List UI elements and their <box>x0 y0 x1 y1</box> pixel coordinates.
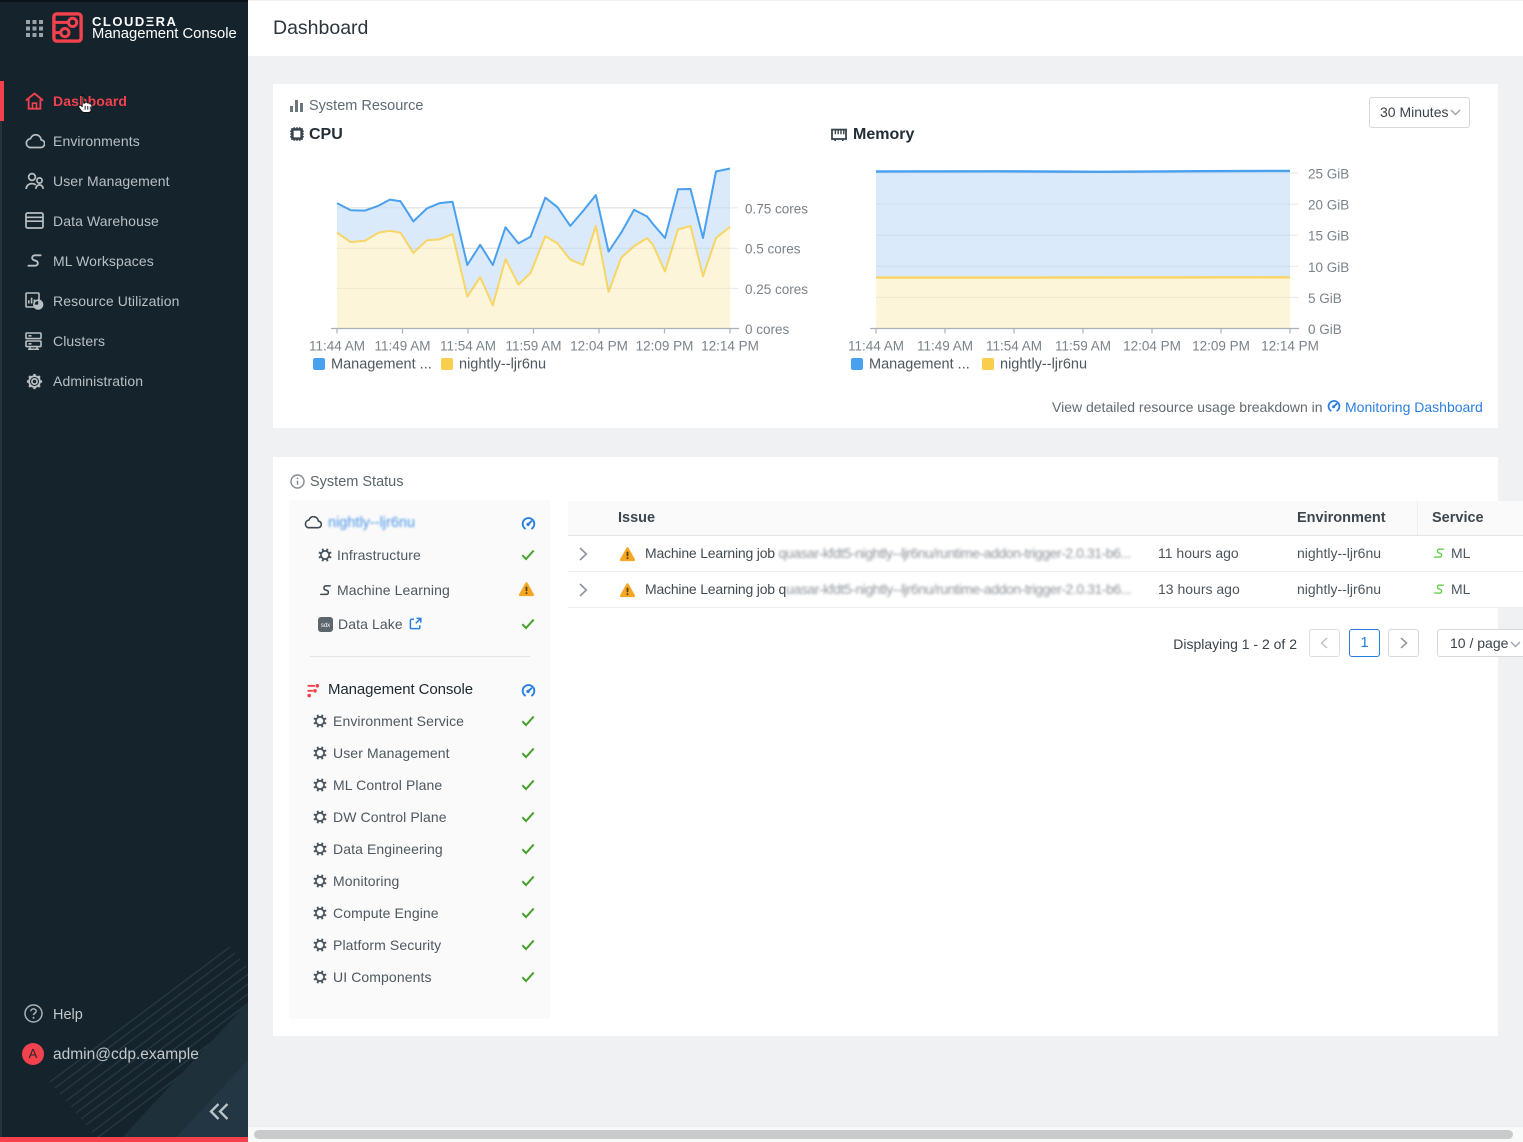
svg-text:nightly--ljr6nu: nightly--ljr6nu <box>1000 357 1087 373</box>
svg-text:11:59 AM: 11:59 AM <box>505 339 561 354</box>
svg-text:0.5 cores: 0.5 cores <box>745 242 801 257</box>
svg-text:Management ...: Management ... <box>331 357 432 373</box>
svg-text:20 GiB: 20 GiB <box>1308 198 1349 213</box>
svg-text:25 GiB: 25 GiB <box>1308 167 1349 182</box>
svg-text:12:09 PM: 12:09 PM <box>1192 339 1250 354</box>
svg-text:12:04 PM: 12:04 PM <box>1123 339 1181 354</box>
svg-text:Management ...: Management ... <box>869 357 970 373</box>
svg-text:15 GiB: 15 GiB <box>1308 229 1349 244</box>
svg-text:11:54 AM: 11:54 AM <box>440 339 496 354</box>
svg-text:12:04 PM: 12:04 PM <box>570 339 628 354</box>
svg-text:0 cores: 0 cores <box>745 322 790 337</box>
svg-text:11:59 AM: 11:59 AM <box>1055 339 1111 354</box>
svg-text:11:54 AM: 11:54 AM <box>986 339 1042 354</box>
svg-text:12:14 PM: 12:14 PM <box>701 339 759 354</box>
svg-text:11:49 AM: 11:49 AM <box>917 339 973 354</box>
svg-text:5 GiB: 5 GiB <box>1308 291 1342 306</box>
svg-text:12:14 PM: 12:14 PM <box>1261 339 1319 354</box>
svg-text:0.75 cores: 0.75 cores <box>745 201 808 216</box>
svg-text:10 GiB: 10 GiB <box>1308 260 1349 275</box>
svg-text:12:09 PM: 12:09 PM <box>636 339 694 354</box>
svg-text:11:44 AM: 11:44 AM <box>848 339 904 354</box>
svg-text:nightly--ljr6nu: nightly--ljr6nu <box>459 357 546 373</box>
svg-text:0.25 cores: 0.25 cores <box>745 282 808 297</box>
svg-text:sdx: sdx <box>321 623 330 629</box>
svg-text:11:49 AM: 11:49 AM <box>374 339 430 354</box>
svg-text:11:44 AM: 11:44 AM <box>309 339 365 354</box>
svg-text:0 GiB: 0 GiB <box>1308 322 1342 337</box>
